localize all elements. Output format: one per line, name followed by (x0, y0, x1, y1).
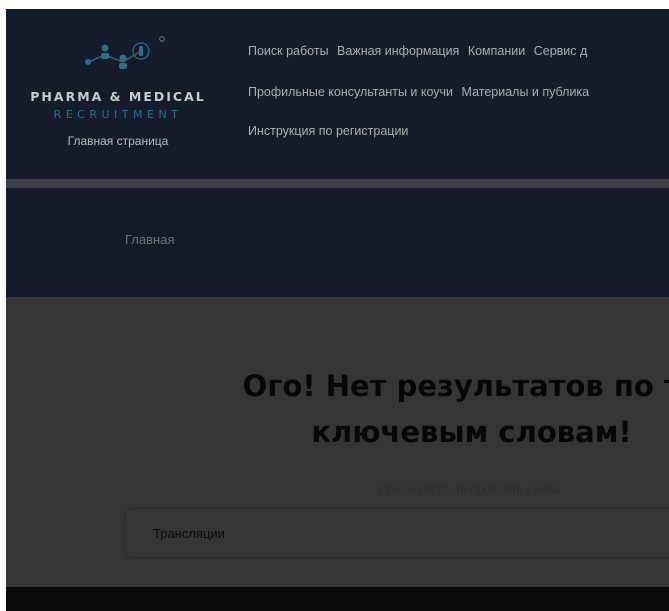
main-nav-row-2: Профильные консультанты и коучи Материал… (248, 85, 594, 99)
people-network-icon (85, 36, 165, 69)
nav-materials[interactable]: Материалы и публика (462, 85, 590, 99)
nav-service[interactable]: Сервис д (534, 44, 588, 58)
page: PHARMA & MEDICAL RECRUITMENT Главная стр… (6, 9, 669, 611)
no-results-heading: Ого! Нет результатов по та ключевым слов… (6, 363, 669, 455)
nav-companies[interactable]: Компании (468, 44, 525, 58)
site-header: PHARMA & MEDICAL RECRUITMENT Главная стр… (6, 9, 669, 179)
no-results-section: Ого! Нет результатов по та ключевым слов… (6, 297, 669, 587)
heading-line-2: ключевым словам! (311, 415, 632, 449)
search-box (124, 508, 669, 558)
header-divider (6, 179, 669, 188)
breadcrumb: Главная (6, 188, 669, 297)
site-footer (6, 587, 669, 611)
nav-important-info[interactable]: Важная информация (337, 44, 459, 58)
brand-name: PHARMA & MEDICAL (30, 89, 206, 104)
breadcrumb-home-link[interactable]: Главная (125, 232, 174, 247)
brand-subtitle: RECRUITMENT (53, 108, 183, 121)
nav-job-search[interactable]: Поиск работы (248, 44, 329, 58)
logo[interactable]: PHARMA & MEDICAL RECRUITMENT Главная стр… (6, 33, 230, 153)
retry-hint: Пожалуйста, попробуйте снова. (379, 483, 564, 497)
heading-line-1: Ого! Нет результатов по та (242, 369, 669, 403)
main-nav-row-1: Поиск работы Важная информация Компании … (248, 44, 592, 58)
main-nav-row-3: Инструкция по регистрации (248, 124, 413, 138)
nav-registration-guide[interactable]: Инструкция по регистрации (248, 124, 408, 138)
search-input[interactable] (153, 509, 669, 557)
home-page-link[interactable]: Главная страница (6, 134, 230, 148)
nav-consultants[interactable]: Профильные консультанты и коучи (248, 85, 453, 99)
